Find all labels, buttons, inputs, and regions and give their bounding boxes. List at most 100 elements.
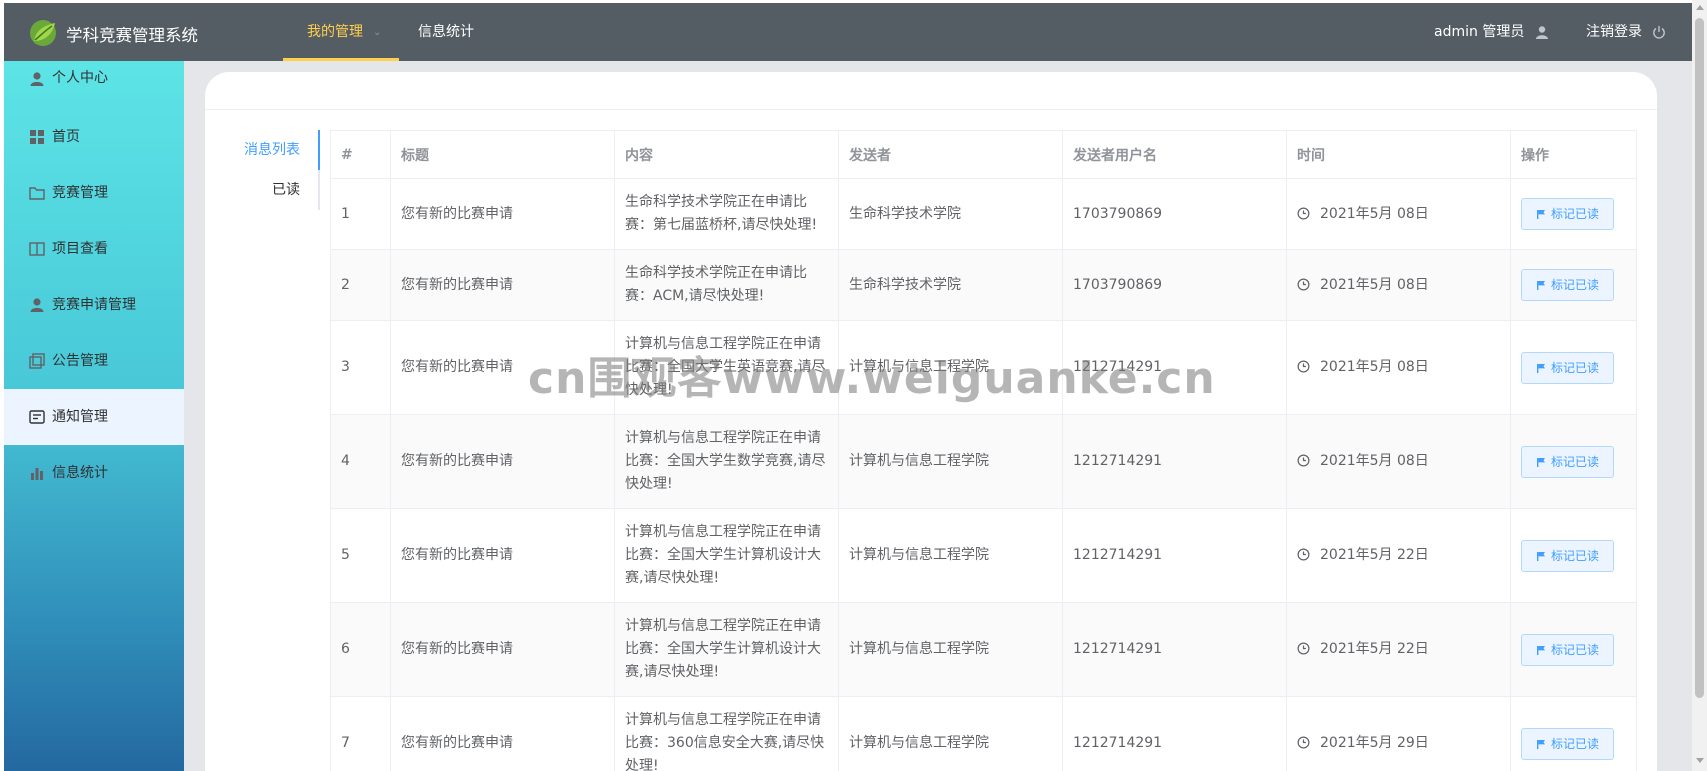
logout-button[interactable]: 注销登录	[1586, 3, 1666, 61]
cell-content: 计算机与信息工程学院正在申请比赛：全国大学生计算机设计大赛,请尽快处理!	[614, 508, 839, 603]
cell-title: 您有新的比赛申请	[390, 696, 615, 771]
cell-username: 1212714291	[1062, 508, 1287, 603]
time-text: 2021年5月 08日	[1320, 276, 1429, 293]
table-row: 7 您有新的比赛申请 计算机与信息工程学院正在申请比赛：360信息安全大赛,请尽…	[330, 696, 1637, 771]
scrollbar-thumb[interactable]	[1695, 18, 1704, 698]
logout-label: 注销登录	[1586, 24, 1642, 40]
sidebar-item-statistics[interactable]: 信息统计	[4, 445, 184, 501]
sidebar-item-home[interactable]: 首页	[4, 109, 184, 165]
time-text: 2021年5月 08日	[1320, 359, 1429, 375]
sidebar-item-label: 公告管理	[52, 353, 108, 369]
cell-action: 标记已读	[1510, 508, 1637, 603]
cell-username: 1703790869	[1062, 178, 1287, 250]
clock-icon	[1297, 736, 1310, 749]
mark-read-button[interactable]: 标记已读	[1521, 633, 1615, 666]
col-header-username: 发送者用户名	[1062, 130, 1287, 179]
cell-title: 您有新的比赛申请	[390, 414, 615, 509]
sidebar-item-label: 通知管理	[52, 409, 108, 425]
clock-icon	[1297, 207, 1310, 219]
cell-action: 标记已读	[1510, 414, 1637, 509]
sidebar-item-label: 竞赛申请管理	[52, 297, 136, 313]
cell-time: 2021年5月 22日	[1286, 508, 1511, 603]
cell-title: 您有新的比赛申请	[390, 249, 615, 321]
copy-icon	[29, 353, 45, 369]
mark-read-label: 标记已读	[1551, 278, 1600, 292]
sidebar-item-projects[interactable]: 项目查看	[4, 221, 184, 277]
col-header-time: 时间	[1286, 130, 1511, 179]
table-row: 5 您有新的比赛申请 计算机与信息工程学院正在申请比赛：全国大学生计算机设计大赛…	[330, 508, 1637, 603]
cell-content: 计算机与信息工程学院正在申请比赛：全国大学生计算机设计大赛,请尽快处理!	[614, 602, 839, 697]
scroll-down-arrow-icon[interactable]	[1696, 758, 1704, 763]
mark-read-button[interactable]: 标记已读	[1521, 198, 1615, 230]
book-icon	[29, 242, 45, 256]
notification-table: # 标题 内容 发送者 发送者用户名 时间 操作 1 您有新的比赛申请 生命科学…	[330, 130, 1637, 771]
flag-icon	[1537, 645, 1545, 655]
leaf-logo-icon	[30, 20, 56, 46]
col-header-title: 标题	[390, 130, 615, 179]
cell-username: 1212714291	[1062, 602, 1287, 697]
card-divider	[205, 109, 1657, 110]
cell-sender: 计算机与信息工程学院	[838, 602, 1063, 697]
mark-read-label: 标记已读	[1551, 736, 1600, 751]
cell-sender: 计算机与信息工程学院	[838, 508, 1063, 603]
time-text: 2021年5月 08日	[1320, 453, 1429, 469]
nav-my-management[interactable]: 我的管理 ⌄	[283, 3, 399, 61]
sidebar-item-applications[interactable]: 竞赛申请管理	[4, 277, 184, 333]
mark-read-label: 标记已读	[1551, 360, 1600, 375]
cell-action: 标记已读	[1510, 178, 1637, 250]
sidebar-item-profile[interactable]: 个人中心	[4, 61, 184, 111]
sidebar-item-label: 信息统计	[52, 465, 108, 481]
mark-read-label: 标记已读	[1551, 642, 1600, 657]
cell-index: 6	[330, 602, 391, 697]
page-scrollbar[interactable]	[1692, 0, 1707, 771]
mark-read-button[interactable]: 标记已读	[1521, 539, 1615, 572]
cell-content: 计算机与信息工程学院正在申请比赛：360信息安全大赛,请尽快处理!	[614, 696, 839, 771]
sidebar-item-label: 个人中心	[52, 70, 108, 86]
cell-index: 1	[330, 178, 391, 250]
cell-username: 1212714291	[1062, 696, 1287, 771]
user-icon	[1535, 26, 1548, 39]
mark-read-label: 标记已读	[1551, 454, 1600, 469]
nav-statistics[interactable]: 信息统计	[418, 3, 474, 61]
tab-read[interactable]: 已读	[228, 170, 318, 210]
clock-icon	[1297, 278, 1310, 290]
cell-title: 您有新的比赛申请	[390, 602, 615, 697]
cell-index: 2	[330, 249, 391, 321]
mark-read-button[interactable]: 标记已读	[1521, 351, 1615, 384]
table-row: 6 您有新的比赛申请 计算机与信息工程学院正在申请比赛：全国大学生计算机设计大赛…	[330, 602, 1637, 697]
flag-icon	[1537, 457, 1545, 467]
grid-icon	[30, 130, 44, 144]
mark-read-button[interactable]: 标记已读	[1521, 445, 1615, 478]
cell-action: 标记已读	[1510, 602, 1637, 697]
chevron-down-icon: ⌄	[373, 27, 382, 38]
cell-time: 2021年5月 29日	[1286, 696, 1511, 771]
top-navbar: 学科竞赛管理系统 我的管理 ⌄ 信息统计 admin 管理员 注销登录	[4, 3, 1692, 61]
flag-icon	[1537, 551, 1545, 561]
app-brand-title: 学科竞赛管理系统	[66, 26, 198, 45]
cell-time: 2021年5月 08日	[1286, 249, 1511, 321]
power-icon	[1653, 26, 1666, 39]
time-text: 2021年5月 22日	[1320, 641, 1429, 657]
user-menu[interactable]: admin 管理员	[1434, 3, 1549, 61]
cell-content: 计算机与信息工程学院正在申请比赛：全国大学生数学竞赛,请尽快处理!	[614, 414, 839, 509]
mark-read-button[interactable]: 标记已读	[1521, 727, 1615, 760]
table-header-row: # 标题 内容 发送者 发送者用户名 时间 操作	[330, 130, 1637, 179]
sidebar: 个人中心 首页 竞赛管理 项目查看 竞赛申请管理 公告管理 通知管理 信息统计	[4, 61, 184, 771]
cell-index: 4	[330, 414, 391, 509]
tab-message-list[interactable]: 消息列表	[228, 130, 318, 170]
col-header-sender: 发送者	[838, 130, 1063, 179]
cell-username: 1212714291	[1062, 414, 1287, 509]
time-text: 2021年5月 22日	[1320, 547, 1429, 563]
sidebar-item-announcements[interactable]: 公告管理	[4, 333, 184, 389]
cell-index: 3	[330, 320, 391, 415]
table-row: 1 您有新的比赛申请 生命科学技术学院正在申请比赛：第七届蓝桥杯,请尽快处理! …	[330, 178, 1637, 250]
sidebar-item-notifications[interactable]: 通知管理	[4, 389, 184, 445]
flag-icon	[1537, 281, 1545, 290]
table-row: 4 您有新的比赛申请 计算机与信息工程学院正在申请比赛：全国大学生数学竞赛,请尽…	[330, 414, 1637, 509]
user-icon	[30, 72, 44, 86]
cell-action: 标记已读	[1510, 320, 1637, 415]
scroll-up-arrow-icon[interactable]	[1696, 5, 1704, 10]
cell-action: 标记已读	[1510, 696, 1637, 771]
mark-read-button[interactable]: 标记已读	[1521, 269, 1615, 301]
sidebar-item-competitions[interactable]: 竞赛管理	[4, 165, 184, 221]
